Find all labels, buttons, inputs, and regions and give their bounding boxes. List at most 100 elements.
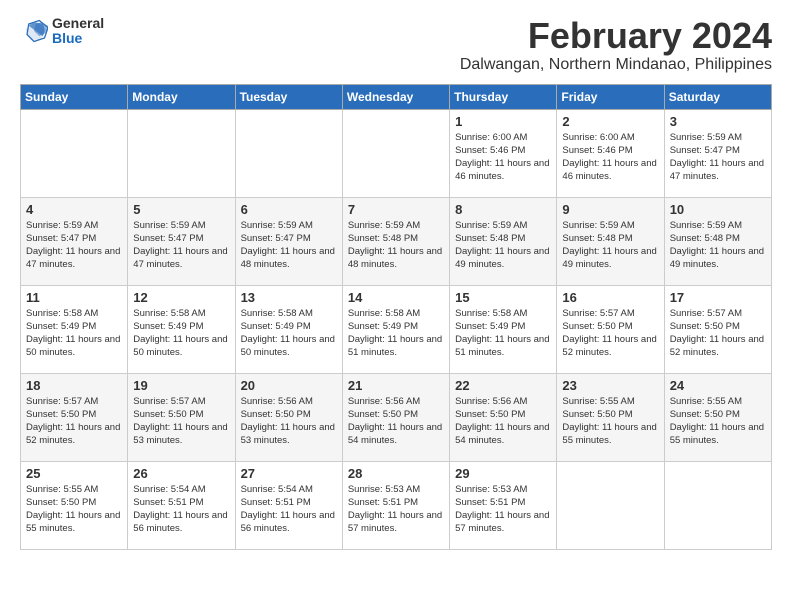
calendar-cell: 7 Sunrise: 5:59 AMSunset: 5:48 PMDaylight…: [342, 197, 449, 285]
calendar-cell: 4 Sunrise: 5:59 AMSunset: 5:47 PMDaylight…: [21, 197, 128, 285]
day-details: Sunrise: 5:59 AMSunset: 5:47 PMDaylight:…: [26, 219, 122, 272]
page-header: General Blue February 2024 Dalwangan, No…: [20, 16, 772, 74]
logo-icon: [20, 17, 48, 45]
day-details: Sunrise: 6:00 AMSunset: 5:46 PMDaylight:…: [455, 131, 551, 184]
day-number: 29: [455, 466, 551, 481]
day-details: Sunrise: 5:58 AMSunset: 5:49 PMDaylight:…: [455, 307, 551, 360]
day-header-thursday: Thursday: [450, 84, 557, 109]
calendar-cell: 16 Sunrise: 5:57 AMSunset: 5:50 PMDayligh…: [557, 285, 664, 373]
day-number: 13: [241, 290, 337, 305]
day-details: Sunrise: 5:59 AMSunset: 5:48 PMDaylight:…: [348, 219, 444, 272]
day-number: 23: [562, 378, 658, 393]
day-number: 7: [348, 202, 444, 217]
day-details: Sunrise: 5:57 AMSunset: 5:50 PMDaylight:…: [562, 307, 658, 360]
calendar-table: SundayMondayTuesdayWednesdayThursdayFrid…: [20, 84, 772, 550]
day-number: 6: [241, 202, 337, 217]
day-number: 26: [133, 466, 229, 481]
calendar-subtitle: Dalwangan, Northern Mindanao, Philippine…: [460, 56, 772, 74]
day-details: Sunrise: 5:58 AMSunset: 5:49 PMDaylight:…: [133, 307, 229, 360]
day-details: Sunrise: 5:55 AMSunset: 5:50 PMDaylight:…: [670, 395, 766, 448]
calendar-week-2: 4 Sunrise: 5:59 AMSunset: 5:47 PMDaylight…: [21, 197, 772, 285]
day-number: 16: [562, 290, 658, 305]
day-header-sunday: Sunday: [21, 84, 128, 109]
day-header-wednesday: Wednesday: [342, 84, 449, 109]
day-details: Sunrise: 5:59 AMSunset: 5:47 PMDaylight:…: [670, 131, 766, 184]
day-number: 19: [133, 378, 229, 393]
calendar-cell: 20Sunrise: 5:56 AMSunset: 5:50 PMDayligh…: [235, 373, 342, 461]
calendar-cell: 24 Sunrise: 5:55 AMSunset: 5:50 PMDayligh…: [664, 373, 771, 461]
calendar-cell: 25 Sunrise: 5:55 AMSunset: 5:50 PMDayligh…: [21, 461, 128, 549]
calendar-cell: 5Sunrise: 5:59 AMSunset: 5:47 PMDaylight…: [128, 197, 235, 285]
calendar-cell: 3 Sunrise: 5:59 AMSunset: 5:47 PMDaylight…: [664, 109, 771, 197]
day-header-friday: Friday: [557, 84, 664, 109]
day-number: 18: [26, 378, 122, 393]
day-number: 5: [133, 202, 229, 217]
day-number: 22: [455, 378, 551, 393]
day-number: 14: [348, 290, 444, 305]
calendar-title: February 2024: [460, 16, 772, 56]
day-number: 4: [26, 202, 122, 217]
calendar-cell: 29 Sunrise: 5:53 AMSunset: 5:51 PMDayligh…: [450, 461, 557, 549]
day-number: 1: [455, 114, 551, 129]
day-details: Sunrise: 5:55 AMSunset: 5:50 PMDaylight:…: [26, 483, 122, 536]
day-number: 24: [670, 378, 766, 393]
calendar-cell: 23 Sunrise: 5:55 AMSunset: 5:50 PMDayligh…: [557, 373, 664, 461]
calendar-cell: 8 Sunrise: 5:59 AMSunset: 5:48 PMDaylight…: [450, 197, 557, 285]
day-details: Sunrise: 6:00 AMSunset: 5:46 PMDaylight:…: [562, 131, 658, 184]
day-number: 3: [670, 114, 766, 129]
day-number: 21: [348, 378, 444, 393]
day-number: 10: [670, 202, 766, 217]
calendar-cell: 11 Sunrise: 5:58 AMSunset: 5:49 PMDayligh…: [21, 285, 128, 373]
day-details: Sunrise: 5:58 AMSunset: 5:49 PMDaylight:…: [348, 307, 444, 360]
header-row: SundayMondayTuesdayWednesdayThursdayFrid…: [21, 84, 772, 109]
day-details: Sunrise: 5:56 AMSunset: 5:50 PMDaylight:…: [348, 395, 444, 448]
calendar-week-1: 1 Sunrise: 6:00 AMSunset: 5:46 PMDaylight…: [21, 109, 772, 197]
day-number: 17: [670, 290, 766, 305]
calendar-week-4: 18 Sunrise: 5:57 AMSunset: 5:50 PMDayligh…: [21, 373, 772, 461]
calendar-cell: 19 Sunrise: 5:57 AMSunset: 5:50 PMDayligh…: [128, 373, 235, 461]
day-header-monday: Monday: [128, 84, 235, 109]
day-number: 9: [562, 202, 658, 217]
day-number: 27: [241, 466, 337, 481]
day-details: Sunrise: 5:56 AMSunset: 5:50 PMDaylight:…: [455, 395, 551, 448]
day-details: Sunrise: 5:53 AMSunset: 5:51 PMDaylight:…: [455, 483, 551, 536]
calendar-cell: [557, 461, 664, 549]
day-details: Sunrise: 5:58 AMSunset: 5:49 PMDaylight:…: [241, 307, 337, 360]
calendar-cell: 9Sunrise: 5:59 AMSunset: 5:48 PMDaylight…: [557, 197, 664, 285]
calendar-cell: 14 Sunrise: 5:58 AMSunset: 5:49 PMDayligh…: [342, 285, 449, 373]
day-header-tuesday: Tuesday: [235, 84, 342, 109]
day-number: 11: [26, 290, 122, 305]
calendar-cell: 2Sunrise: 6:00 AMSunset: 5:46 PMDaylight…: [557, 109, 664, 197]
day-details: Sunrise: 5:53 AMSunset: 5:51 PMDaylight:…: [348, 483, 444, 536]
calendar-cell: 6 Sunrise: 5:59 AMSunset: 5:47 PMDaylight…: [235, 197, 342, 285]
logo: General Blue: [20, 16, 104, 47]
logo-text: General Blue: [52, 16, 104, 47]
day-number: 28: [348, 466, 444, 481]
calendar-cell: 13 Sunrise: 5:58 AMSunset: 5:49 PMDayligh…: [235, 285, 342, 373]
calendar-cell: [128, 109, 235, 197]
day-number: 12: [133, 290, 229, 305]
calendar-cell: 17Sunrise: 5:57 AMSunset: 5:50 PMDayligh…: [664, 285, 771, 373]
day-details: Sunrise: 5:59 AMSunset: 5:47 PMDaylight:…: [241, 219, 337, 272]
calendar-cell: 15 Sunrise: 5:58 AMSunset: 5:49 PMDayligh…: [450, 285, 557, 373]
day-number: 8: [455, 202, 551, 217]
day-number: 15: [455, 290, 551, 305]
calendar-cell: 21 Sunrise: 5:56 AMSunset: 5:50 PMDayligh…: [342, 373, 449, 461]
day-details: Sunrise: 5:54 AMSunset: 5:51 PMDaylight:…: [133, 483, 229, 536]
day-details: Sunrise: 5:56 AMSunset: 5:50 PMDaylight:…: [241, 395, 337, 448]
calendar-cell: [664, 461, 771, 549]
day-details: Sunrise: 5:57 AMSunset: 5:50 PMDaylight:…: [133, 395, 229, 448]
calendar-cell: [235, 109, 342, 197]
calendar-cell: 18Sunrise: 5:57 AMSunset: 5:50 PMDayligh…: [21, 373, 128, 461]
calendar-cell: 27Sunrise: 5:54 AMSunset: 5:51 PMDayligh…: [235, 461, 342, 549]
day-details: Sunrise: 5:58 AMSunset: 5:49 PMDaylight:…: [26, 307, 122, 360]
calendar-cell: 1 Sunrise: 6:00 AMSunset: 5:46 PMDaylight…: [450, 109, 557, 197]
day-details: Sunrise: 5:59 AMSunset: 5:48 PMDaylight:…: [455, 219, 551, 272]
calendar-cell: [342, 109, 449, 197]
calendar-cell: 10 Sunrise: 5:59 AMSunset: 5:48 PMDayligh…: [664, 197, 771, 285]
calendar-cell: 12 Sunrise: 5:58 AMSunset: 5:49 PMDayligh…: [128, 285, 235, 373]
day-details: Sunrise: 5:55 AMSunset: 5:50 PMDaylight:…: [562, 395, 658, 448]
day-details: Sunrise: 5:59 AMSunset: 5:48 PMDaylight:…: [670, 219, 766, 272]
day-number: 25: [26, 466, 122, 481]
calendar-week-3: 11 Sunrise: 5:58 AMSunset: 5:49 PMDayligh…: [21, 285, 772, 373]
